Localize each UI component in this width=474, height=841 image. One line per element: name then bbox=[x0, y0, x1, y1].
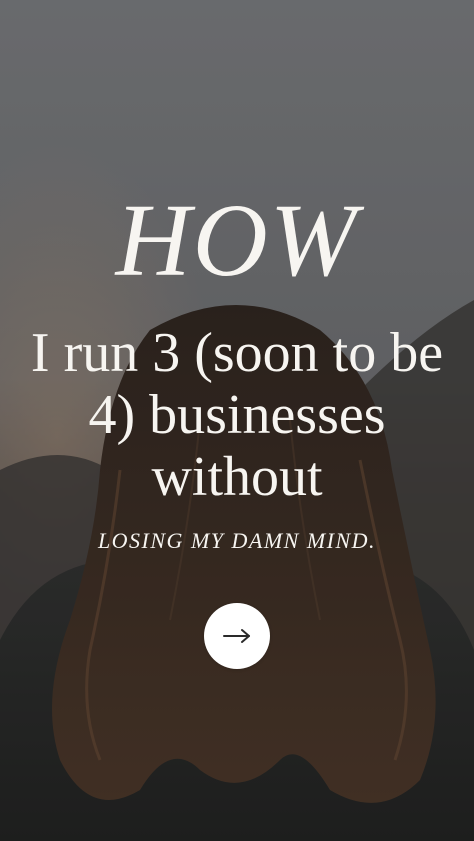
hero-section: HOW I run 3 (soon to be 4) businesses wi… bbox=[0, 0, 474, 841]
tagline: LOSING MY DAMN MIND. bbox=[97, 528, 377, 553]
headline-main: I run 3 (soon to be 4) businesses withou… bbox=[30, 322, 444, 508]
arrow-right-icon bbox=[222, 627, 252, 645]
next-arrow-button[interactable] bbox=[204, 603, 270, 669]
headline-how: HOW bbox=[115, 183, 359, 298]
